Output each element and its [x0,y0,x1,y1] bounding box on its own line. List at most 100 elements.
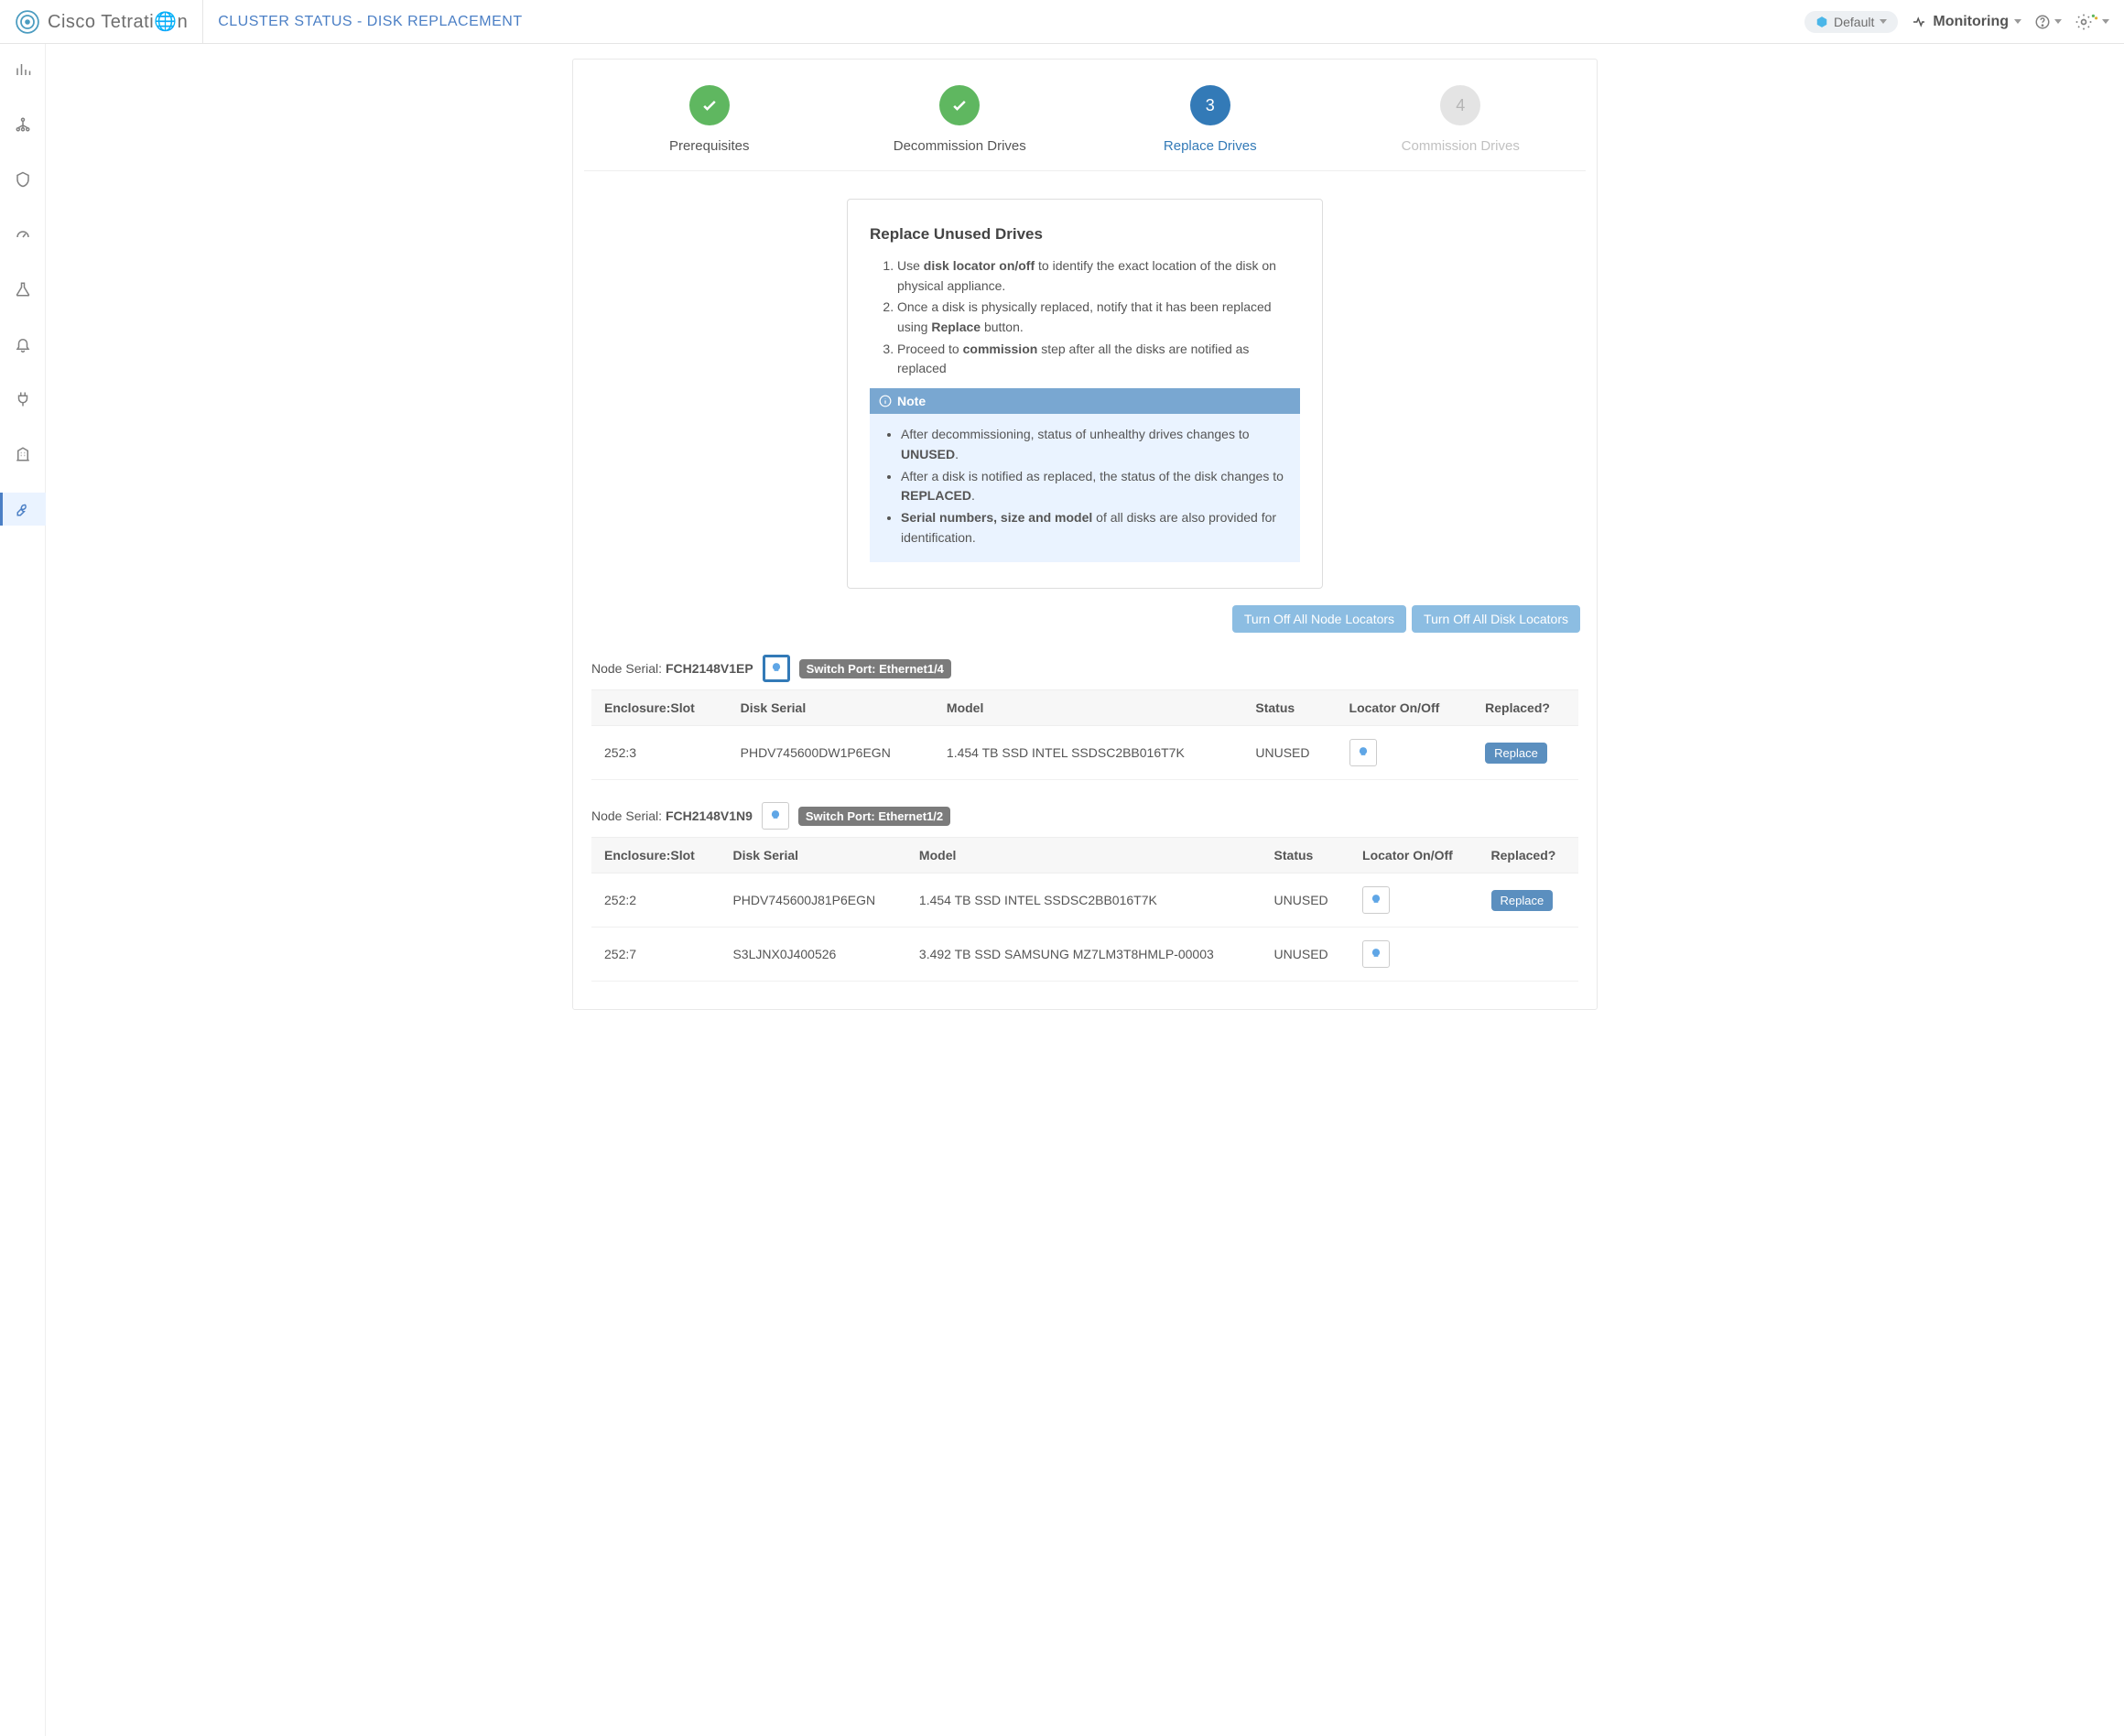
scope-selector[interactable]: Default [1804,11,1898,33]
disk-locator-button[interactable] [1362,886,1390,914]
check-icon [700,96,719,114]
sidebar-item-inventory[interactable] [0,438,46,471]
step[interactable]: Prerequisites [609,85,810,154]
info-icon [879,395,892,407]
settings-icon [2075,13,2093,31]
disk-table: Enclosure:SlotDisk SerialModelStatusLoca… [591,689,1578,780]
cell-replaced: Replace [1472,726,1578,780]
step-circle [689,85,730,125]
cell-locator [1349,928,1478,982]
sidebar-item-alerts[interactable] [0,328,46,361]
sidebar [0,0,46,1736]
instruction-item: Proceed to commission step after all the… [897,340,1300,379]
sidebar-item-connectors[interactable] [0,383,46,416]
node-header: Node Serial: FCH2148V1EPSwitch Port: Eth… [591,655,1578,682]
instruction-item: Once a disk is physically replaced, noti… [897,298,1300,337]
sidebar-item-topology[interactable] [0,108,46,141]
sidebar-item-dashboard[interactable] [0,53,46,86]
global-actions: Turn Off All Node Locators Turn Off All … [573,605,1580,633]
step[interactable]: Decommission Drives [859,85,1060,154]
table-row: 252:7S3LJNX0J4005263.492 TB SSD SAMSUNG … [591,928,1578,982]
cell-replaced: Replace [1479,873,1579,928]
cell-disk-serial: PHDV745600DW1P6EGN [728,726,934,780]
caret-icon [2102,19,2109,24]
card-title: Replace Unused Drives [870,225,1300,244]
th-model: Model [934,690,1242,726]
sparkle-icon [2091,14,2098,21]
brand-text: Cisco Tetrati🌐n [48,10,188,33]
step-circle [939,85,980,125]
settings-menu[interactable] [2075,13,2109,31]
monitoring-menu[interactable]: Monitoring [1911,14,2021,30]
cell-model: 3.492 TB SSD SAMSUNG MZ7LM3T8HMLP-00003 [906,928,1262,982]
disk-locator-button[interactable] [1362,940,1390,968]
turn-off-node-locators-button[interactable]: Turn Off All Node Locators [1232,605,1406,633]
cell-model: 1.454 TB SSD INTEL SSDSC2BB016T7K [906,873,1262,928]
bar-chart-icon [15,61,31,78]
disk-locator-button[interactable] [1349,739,1377,766]
th-enclosure: Enclosure:Slot [591,838,720,873]
gauge-icon [15,226,31,243]
sidebar-item-security[interactable] [0,163,46,196]
note-header: Note [870,388,1300,414]
bulb-icon [770,662,783,675]
turn-off-disk-locators-button[interactable]: Turn Off All Disk Locators [1412,605,1580,633]
note-item: After decommissioning, status of unhealt… [901,425,1287,464]
caret-icon [1880,19,1887,24]
wrench-icon [16,501,32,517]
brand[interactable]: Cisco Tetrati🌐n [15,0,203,43]
note-body: After decommissioning, status of unhealt… [870,414,1300,562]
switch-port-badge: Switch Port: Ethernet1/2 [798,807,950,826]
step-label: Prerequisites [609,138,810,154]
cell-status: UNUSED [1262,873,1350,928]
check-icon [950,96,969,114]
th-model: Model [906,838,1262,873]
cell-status: UNUSED [1242,726,1336,780]
node-locator-button[interactable] [763,655,790,682]
th-locator: Locator On/Off [1337,690,1473,726]
th-disk-serial: Disk Serial [728,690,934,726]
th-status: Status [1262,838,1350,873]
th-status: Status [1242,690,1336,726]
cell-slot: 252:3 [591,726,728,780]
node-locator-button[interactable] [762,802,789,830]
bell-icon [15,336,31,353]
cell-disk-serial: PHDV745600J81P6EGN [720,873,905,928]
table-row: 252:2PHDV745600J81P6EGN1.454 TB SSD INTE… [591,873,1578,928]
page-title: CLUSTER STATUS - DISK REPLACEMENT [218,14,522,30]
node-block: Node Serial: FCH2148V1N9Switch Port: Eth… [591,802,1578,982]
nodes-container: Node Serial: FCH2148V1EPSwitch Port: Eth… [573,655,1597,982]
instruction-item: Use disk locator on/off to identify the … [897,256,1300,296]
step[interactable]: 4Commission Drives [1360,85,1561,154]
note-item: After a disk is notified as replaced, th… [901,467,1287,506]
th-replaced: Replaced? [1472,690,1578,726]
note-label: Note [897,394,926,408]
cell-model: 1.454 TB SSD INTEL SSDSC2BB016T7K [934,726,1242,780]
step-circle: 3 [1190,85,1230,125]
sidebar-item-performance[interactable] [0,218,46,251]
node-header: Node Serial: FCH2148V1N9Switch Port: Eth… [591,802,1578,830]
switch-port-badge: Switch Port: Ethernet1/4 [799,659,951,678]
replace-button[interactable]: Replace [1491,890,1554,911]
step[interactable]: 3 Replace Drives [1110,85,1311,154]
cell-disk-serial: S3LJNX0J400526 [720,928,905,982]
cube-icon [1815,16,1828,28]
topbar: Cisco Tetrati🌐n CLUSTER STATUS - DISK RE… [0,0,2124,44]
help-menu[interactable] [2034,14,2062,30]
main-content: Prerequisites Decommission Drives 3 Replace… [46,0,2124,1736]
bulb-icon [1370,948,1382,960]
replace-button[interactable]: Replace [1485,743,1547,764]
plug-icon [15,391,31,407]
sidebar-item-maintenance[interactable] [0,493,46,526]
monitoring-label: Monitoring [1933,14,2009,30]
step-label: Replace Drives [1110,138,1311,154]
scope-label: Default [1834,15,1874,29]
bulb-icon [769,809,782,822]
heartbeat-icon [1911,14,1927,30]
help-icon [2034,14,2051,30]
sidebar-item-lab[interactable] [0,273,46,306]
shield-icon [15,171,31,188]
bulb-icon [1370,894,1382,906]
step-label: Decommission Drives [859,138,1060,154]
cell-slot: 252:7 [591,928,720,982]
